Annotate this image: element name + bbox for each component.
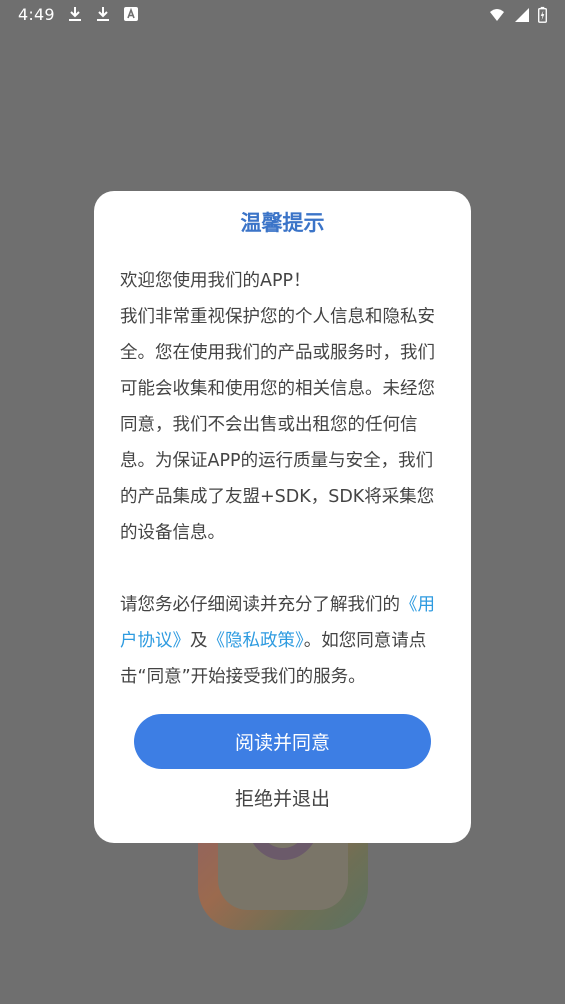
wifi-icon — [490, 9, 504, 21]
dialog-body: 欢迎您使用我们的APP！ 我们非常重视保护您的个人信息和隐私安全。您在使用我们的… — [120, 263, 450, 695]
signal-icon — [515, 8, 529, 22]
privacy-dialog: 温馨提示 欢迎您使用我们的APP！ 我们非常重视保护您的个人信息和隐私安全。您在… — [94, 191, 471, 843]
download-icon — [97, 7, 109, 21]
text-a-icon — [124, 7, 138, 21]
notification-icons — [67, 6, 139, 22]
consent-paragraph: 请您务必仔细阅读并充分了解我们的《用户协议》及《隐私政策》。如您同意请点击“同意… — [120, 587, 450, 695]
intro-paragraph: 欢迎您使用我们的APP！ 我们非常重视保护您的个人信息和隐私安全。您在使用我们的… — [120, 271, 435, 543]
system-icons — [488, 6, 547, 24]
conjunction-text: 及 — [190, 631, 208, 651]
download-icon — [69, 7, 81, 21]
reject-button[interactable]: 拒绝并退出 — [134, 779, 431, 815]
agree-button[interactable]: 阅读并同意 — [134, 714, 431, 769]
battery-charging-icon — [538, 6, 547, 23]
dialog-title: 温馨提示 — [240, 211, 325, 235]
privacy-policy-link[interactable]: 《隐私政策》 — [208, 631, 304, 651]
status-time: 4:49 — [18, 5, 55, 24]
status-bar: 4:49 — [0, 0, 565, 30]
consent-prefix: 请您务必仔细阅读并充分了解我们的 — [120, 595, 400, 615]
